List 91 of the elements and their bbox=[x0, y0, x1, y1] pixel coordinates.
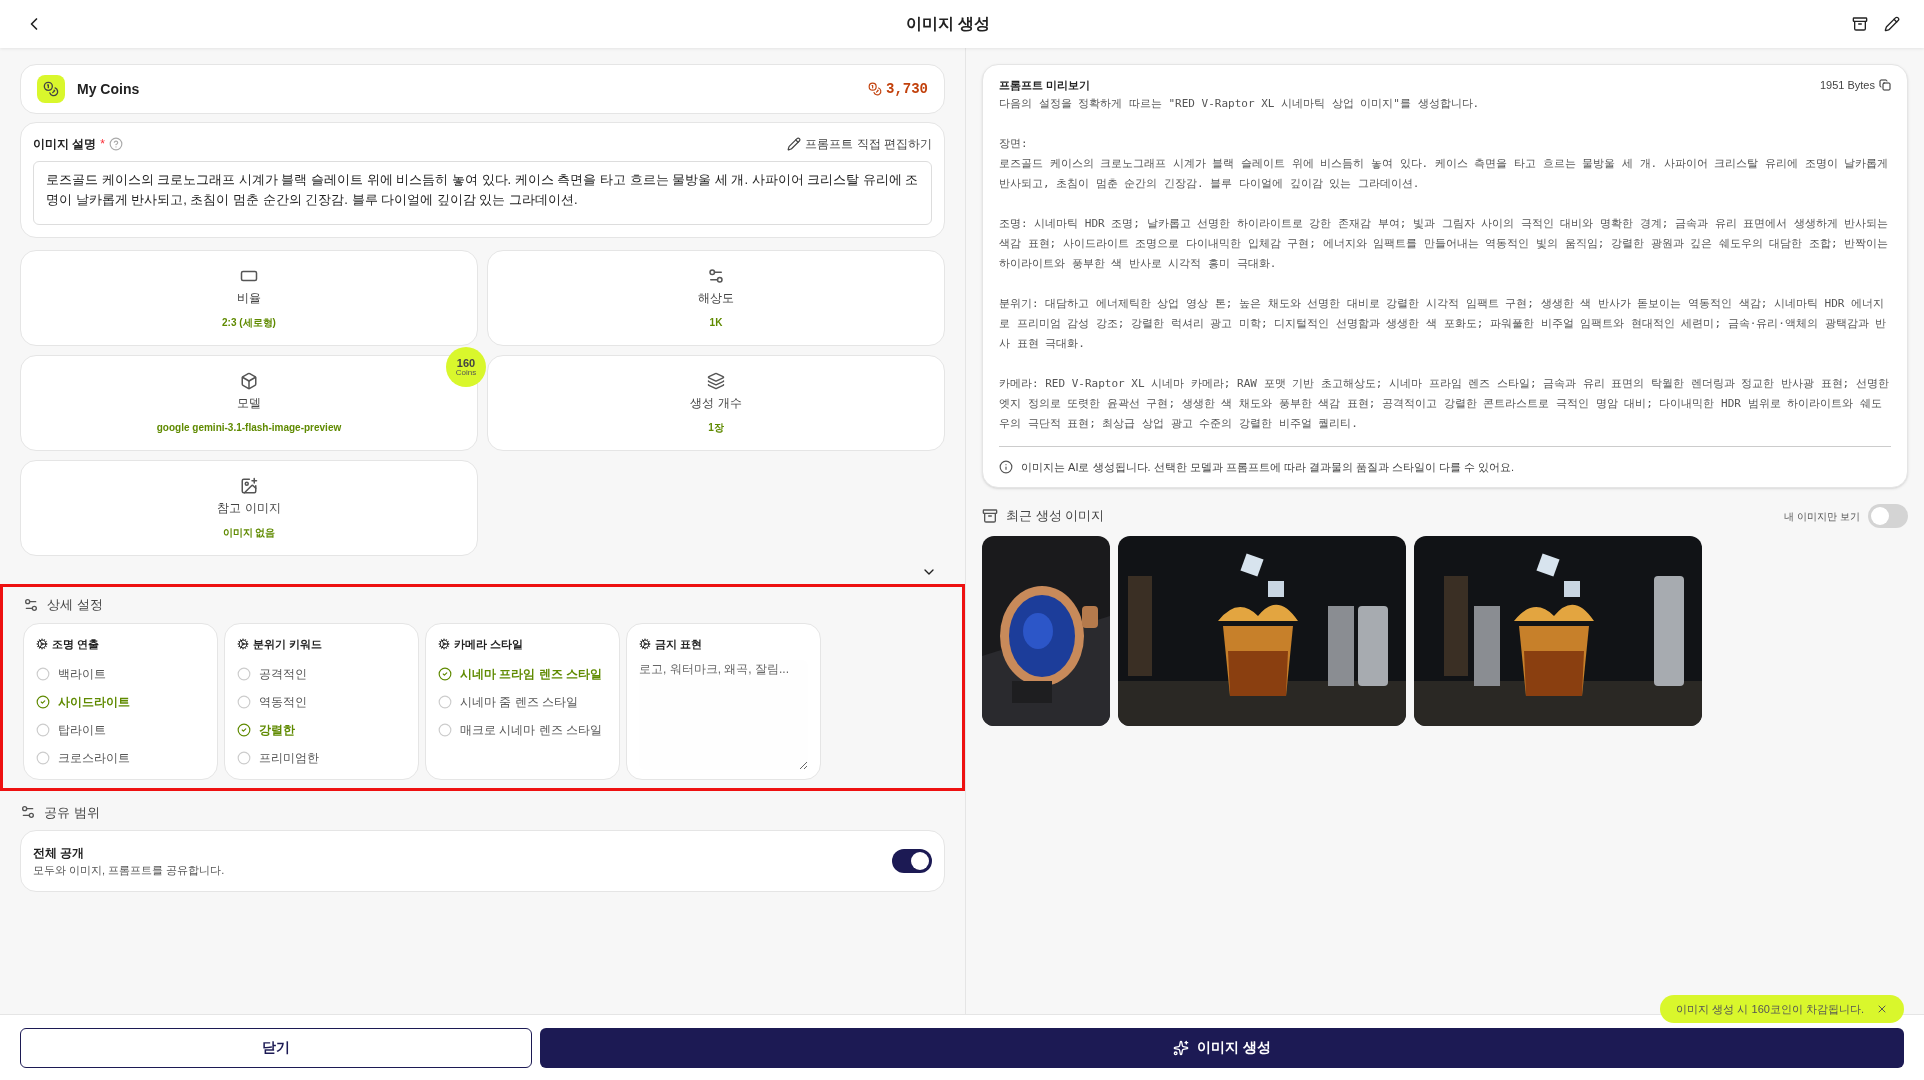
radio-icon[interactable] bbox=[438, 695, 452, 709]
cube-icon bbox=[240, 371, 258, 390]
option-label: 해상도 bbox=[698, 289, 734, 307]
sparkle-icon bbox=[1173, 1039, 1190, 1056]
option-card[interactable]: 비율 2:3 (세로형) bbox=[20, 250, 478, 346]
radio-checked-icon[interactable] bbox=[438, 667, 452, 681]
tooltip-text: 이미지 생성 시 160코인이 차감됩니다. bbox=[1676, 1001, 1864, 1017]
preview-title: 프롬프트 미리보기 bbox=[999, 78, 1091, 93]
option-card[interactable]: 참고 이미지 이미지 없음 bbox=[20, 460, 478, 556]
prompt-text: 다음의 설정을 정확하게 따르는 "RED V-Raptor XL 시네마틱 상업 이미지"를 생성합니다. bbox=[999, 95, 1481, 112]
coins-icon bbox=[37, 75, 65, 103]
radio-icon[interactable] bbox=[36, 751, 50, 765]
coins-label: My Coins bbox=[77, 79, 140, 99]
archive-icon[interactable] bbox=[1852, 16, 1868, 32]
share-title: 전체 공개 bbox=[33, 844, 86, 862]
badge-amount: 160 bbox=[456, 357, 476, 369]
layers-icon bbox=[707, 371, 725, 390]
close-icon[interactable] bbox=[1876, 1003, 1888, 1015]
field-label: 이미지 설명 bbox=[33, 136, 97, 153]
radio-option[interactable]: 역동적인 bbox=[237, 688, 406, 716]
gear-icon bbox=[36, 637, 48, 650]
option-card[interactable]: 생성 개수 1장 bbox=[487, 355, 945, 451]
gear-icon bbox=[237, 637, 249, 650]
gear-icon bbox=[438, 637, 450, 650]
option-value: google gemini-3.1-flash-image-preview bbox=[156, 420, 342, 435]
option-label: 모델 bbox=[237, 394, 261, 412]
archive-icon bbox=[982, 508, 998, 524]
radio-option[interactable]: 공격적인 bbox=[237, 660, 406, 688]
image-plus-icon bbox=[240, 476, 258, 495]
close-button[interactable]: 닫기 bbox=[20, 1027, 532, 1068]
info-icon bbox=[999, 459, 1013, 474]
radio-option[interactable]: 크로스라이트 bbox=[36, 744, 205, 772]
sliders-icon bbox=[20, 804, 36, 821]
edit-prompt-link[interactable]: 프롬프트 직접 편집하기 bbox=[805, 135, 932, 153]
sliders-icon bbox=[23, 596, 39, 613]
toggle-label: 내 이미지만 보기 bbox=[1784, 509, 1860, 524]
help-icon[interactable] bbox=[109, 137, 123, 151]
description-field[interactable]: 로즈골드 케이스의 크로노그래프 시계가 블랙 슬레이트 위에 비스듬히 놓여 있다. 케이스 측면을 타고 흐르는 물방울 세 개. 사파이어 크리스탈 유리에 조명이 날카롭게 반사되고, 초침이 멈춘 순간의 긴장감. 블루 다이얼에 깊이감 있는 그라데이션. bbox=[33, 161, 932, 225]
text-field[interactable]: 금지 표현 로고, 워터마크, 왜곡, 잘림... bbox=[626, 622, 821, 780]
radio-option[interactable]: 탑라이트 bbox=[36, 716, 205, 744]
setting-title: 조명 연출 bbox=[52, 636, 100, 652]
option-value: 1장 bbox=[708, 420, 724, 435]
option-value: 1K bbox=[709, 315, 723, 330]
setting-title: 분위기 키워드 bbox=[253, 636, 323, 652]
radio-option[interactable]: 시네마 프라임 렌즈 스타일 bbox=[438, 660, 607, 688]
page-title: 이미지 생성 bbox=[905, 14, 991, 34]
radio-checked-icon[interactable] bbox=[237, 723, 251, 737]
option-value: 이미지 없음 bbox=[222, 525, 276, 540]
required-mark: * bbox=[100, 136, 105, 153]
prompt-text: 장면: bbox=[999, 135, 1029, 152]
setting-title: 카메라 스타일 bbox=[454, 636, 524, 652]
setting-title: 금지 표현 bbox=[655, 636, 703, 652]
option-value: 2:3 (세로형) bbox=[222, 315, 276, 330]
toggle-switch[interactable] bbox=[1868, 504, 1908, 528]
sliders-icon bbox=[707, 266, 725, 285]
option-card[interactable]: 해상도 1K bbox=[487, 250, 945, 346]
prompt-text: 조명: 시네마틱 HDR 조명; 날카롭고 선명한 하이라이트로 강한 존재감 부여; 빛과 그림자 사이의 극적인 대비와 명확한 경계; 금속과 유리 표면에서 생생하게 반사되는 색감 표현; 사이드라이트 조명으로 다이내믹한 입체감 구현; 에너지와 임팩트를 만들어내는 역동적인 빛의 움직임; 강렬한 광원과 깊은 쉐도우의 대담한 조합; 반짝이는 하이라이트와 풍부한 색 반사로 시각적 흥미 극대화. bbox=[999, 215, 1890, 272]
share-description: 모두와 이미지, 프롬프트를 공유합니다. bbox=[33, 862, 225, 878]
radio-icon[interactable] bbox=[36, 723, 50, 737]
radio-checked-icon[interactable] bbox=[36, 695, 50, 709]
toggle-switch[interactable] bbox=[892, 849, 932, 873]
option-label: 생성 개수 bbox=[690, 394, 742, 412]
generate-button[interactable]: 이미지 생성 bbox=[540, 1027, 1904, 1068]
section-title: 상세 설정 bbox=[47, 596, 103, 614]
prompt-text: 카메라: RED V-Raptor XL 시네마 카메라; RAW 포맷 기반 초고해상도; 시네마 프라임 렌즈 스타일; 금속과 유리 표면의 탁월한 렌더링과 정교한 반사광 표현; 선명한 엣지 정의로 또렷한 윤곽선 구현; 생생한 색 채도와 풍부한 색감 표현; 공격적이고 강렬한 콘트라스트로 극적인 명암 대비; 다이내믹한 HDR 범위로 하이라이트와 쉐도우의 극단적 표현; 최상급 상업 광고 수준의 강렬한 비주얼 퀄리티. bbox=[999, 375, 1890, 432]
byte-count: 1951 Bytes bbox=[1819, 78, 1875, 93]
radio-icon[interactable] bbox=[237, 695, 251, 709]
pencil-icon[interactable] bbox=[787, 137, 802, 151]
prompt-text: 로즈골드 케이스의 크로노그래프 시계가 블랙 슬레이트 위에 비스듬히 놓여 있다. 케이스 측면을 타고 흐르는 물방울 세 개. 사파이어 크리스탈 유리에 조명이 날카롭게 반사되고, 초침이 멈춘 순간의 긴장감. 블루 다이얼에 깊이감 있는 그라데이션. bbox=[999, 155, 1890, 192]
copy-icon[interactable] bbox=[1879, 79, 1891, 92]
badge-unit: Coins bbox=[455, 368, 477, 377]
option-label: 참고 이미지 bbox=[217, 499, 281, 517]
radio-option[interactable]: 강렬한 bbox=[237, 716, 406, 744]
coins-amount: 3,730 bbox=[886, 79, 928, 99]
section-title: 공유 범위 bbox=[44, 803, 100, 822]
option-label: 비율 bbox=[237, 289, 261, 307]
notice-text: 이미지는 AI로 생성됩니다. 선택한 모델과 프롬프트에 따라 결과물의 품질과 스타일이 다를 수 있어요. bbox=[1021, 459, 1515, 475]
pencil-icon[interactable] bbox=[1884, 16, 1900, 32]
gear-icon bbox=[639, 637, 651, 650]
radio-option[interactable]: 사이드라이트 bbox=[36, 688, 205, 716]
radio-option[interactable]: 매크로 시네마 렌즈 스타일 bbox=[438, 716, 607, 744]
radio-option[interactable]: 백라이트 bbox=[36, 660, 205, 688]
coins-icon bbox=[868, 82, 882, 96]
section-title: 최근 생성 이미지 bbox=[1006, 507, 1105, 526]
radio-icon[interactable] bbox=[237, 667, 251, 681]
radio-option[interactable]: 시네마 줌 렌즈 스타일 bbox=[438, 688, 607, 716]
prompt-text: 분위기: 대담하고 에너제틱한 상업 영상 톤; 높은 채도와 선명한 대비로 강렬한 시각적 임팩트 구현; 생생한 색 반사가 돋보이는 역동적인 색감; 시네마틱 HDR 에너지로 프리미엄 감성 강조; 강렬한 럭셔리 광고 미학; 디지털적인 선명함과 생생한 색 포화도; 파워풀한 비주얼 임팩트와 현대적인 세련미; 금속·유리·액체의 광택감과 반사 표현 극대화. bbox=[999, 295, 1888, 352]
radio-icon[interactable] bbox=[36, 667, 50, 681]
radio-option[interactable]: 프리미엄한 bbox=[237, 744, 406, 772]
radio-icon[interactable] bbox=[438, 723, 452, 737]
radio-icon[interactable] bbox=[237, 751, 251, 765]
